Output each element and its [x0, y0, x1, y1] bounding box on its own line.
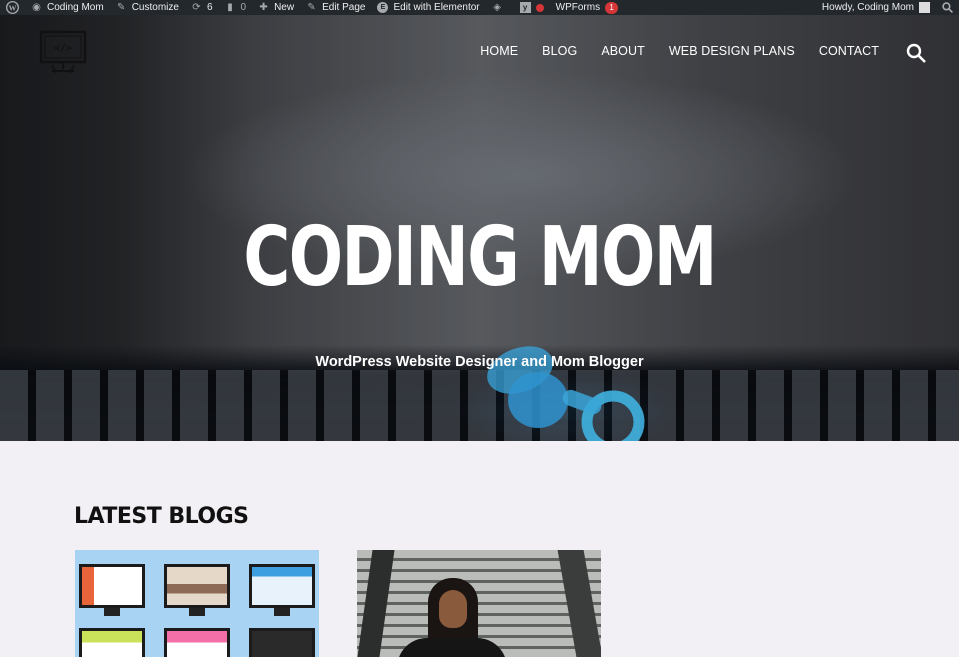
customize-label: Customize	[131, 2, 179, 13]
admin-bar: W ◉ Coding Mom ✎ Customize ⟳ 6 ▮ 0 ✚ New…	[0, 0, 959, 15]
customize-link[interactable]: ✎ Customize	[110, 0, 185, 15]
latest-blogs-heading: LATEST BLOGS	[74, 504, 249, 529]
new-label: New	[274, 2, 295, 13]
diamond-icon: ◈	[493, 2, 501, 13]
adminbar-search[interactable]	[936, 0, 959, 15]
yoast-menu[interactable]: y	[514, 0, 550, 15]
monitor-graphic	[79, 628, 145, 657]
site-name-menu[interactable]: ◉ Coding Mom	[25, 0, 110, 15]
monitor-graphic	[249, 564, 315, 608]
nav-web-design-plans[interactable]: WEB DESIGN PLANS	[669, 44, 795, 58]
svg-text:W: W	[9, 3, 17, 12]
monitor-stand	[189, 608, 205, 616]
monitor-graphic	[164, 564, 230, 608]
comments-count: 0	[240, 2, 247, 13]
nav-home[interactable]: HOME	[480, 44, 518, 58]
account-menu[interactable]: Howdy, Coding Mom	[816, 0, 936, 15]
monitor-stand	[104, 608, 120, 616]
nav-blog[interactable]: BLOG	[542, 44, 577, 58]
blog-card-thumbnail[interactable]	[357, 550, 601, 657]
pacifier-image	[487, 346, 645, 441]
diamond-menu[interactable]: ◈	[486, 0, 514, 15]
comment-icon: ▮	[227, 2, 233, 13]
comments-link[interactable]: ▮ 0	[219, 0, 253, 15]
updates-link[interactable]: ⟳ 6	[185, 0, 219, 15]
avatar	[919, 2, 930, 13]
hero-section: </> HOME BLOG ABOUT WEB DESIGN PLANS CON…	[0, 15, 959, 441]
site-name-label: Coding Mom	[47, 2, 104, 13]
search-icon	[942, 2, 953, 13]
wpforms-label: WPForms	[555, 2, 601, 13]
wpforms-menu[interactable]: WPForms 1	[550, 0, 624, 15]
wordpress-menu[interactable]: W	[0, 0, 25, 15]
edit-elementor-link[interactable]: E Edit with Elementor	[371, 0, 485, 15]
howdy-label: Howdy, Coding Mom	[821, 2, 914, 13]
brush-icon: ✎	[117, 2, 126, 13]
seo-status-dot	[535, 3, 544, 12]
monitor-stand	[274, 608, 290, 616]
nav-contact[interactable]: CONTACT	[819, 44, 879, 58]
wordpress-icon: W	[6, 1, 19, 14]
hero-title: CODING MOM	[243, 210, 717, 305]
monitor-graphic	[249, 628, 315, 657]
monitor-graphic	[164, 628, 230, 657]
edit-page-link[interactable]: ✎ Edit Page	[300, 0, 371, 15]
nav-about[interactable]: ABOUT	[601, 44, 645, 58]
elementor-icon: E	[377, 2, 389, 13]
search-icon[interactable]	[905, 42, 927, 64]
edit-page-label: Edit Page	[322, 2, 366, 13]
updates-count: 6	[206, 2, 213, 13]
site-logo[interactable]: </>	[38, 29, 88, 75]
edit-elementor-label: Edit with Elementor	[393, 2, 480, 13]
new-content-menu[interactable]: ✚ New	[252, 0, 300, 15]
pencil-icon: ✎	[307, 2, 316, 13]
person-face	[439, 590, 467, 628]
svg-text:</>: </>	[54, 43, 72, 54]
plus-icon: ✚	[259, 2, 268, 13]
wpforms-badge: 1	[605, 1, 619, 14]
dashboard-icon: ◉	[32, 2, 41, 13]
yoast-icon: y	[519, 2, 531, 13]
blog-card-thumbnail[interactable]	[75, 550, 319, 657]
hero-subtitle: WordPress Website Designer and Mom Blogg…	[315, 354, 644, 370]
main-nav: HOME BLOG ABOUT WEB DESIGN PLANS CONTACT	[480, 44, 879, 58]
refresh-icon: ⟳	[192, 2, 201, 13]
person-body	[397, 638, 507, 657]
monitor-graphic	[79, 564, 145, 608]
